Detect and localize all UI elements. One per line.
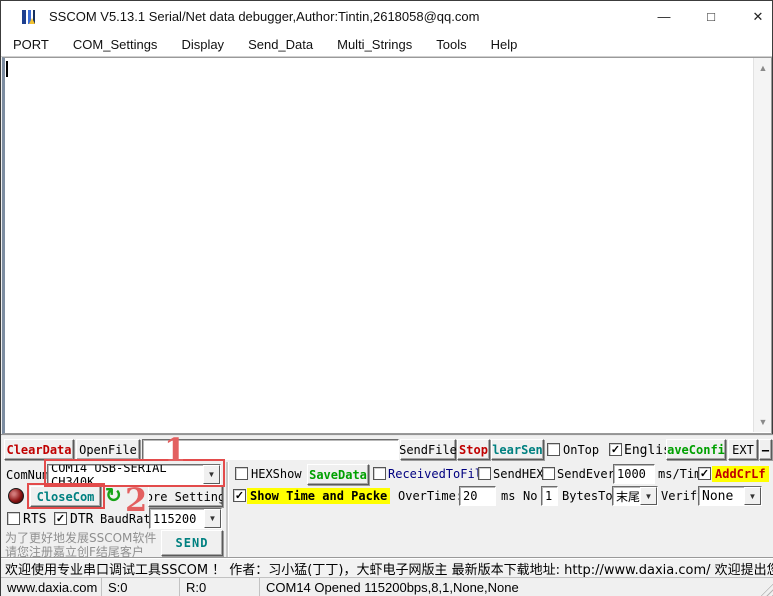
ontop-checkbox[interactable] [547,443,560,456]
send-every-checkbox[interactable] [542,467,555,480]
panel-collapse-button[interactable]: — [759,439,772,460]
chevron-down-icon[interactable]: ▼ [640,487,657,505]
status-website[interactable]: www.daxia.com [1,578,102,596]
overtime-label: OverTime: [398,489,463,503]
refresh-ports-icon[interactable]: ↻ [105,486,122,506]
packet-no-label: No [523,489,537,503]
add-crlf-label: AddCrLf [712,466,769,482]
rts-label: RTS [23,512,46,527]
save-data-button[interactable]: SaveData [307,464,369,485]
menu-bar: PORT COM_Settings Display Send_Data Mult… [1,33,772,57]
minimize-button[interactable]: — [641,1,687,33]
hexshow-checkbox[interactable] [235,467,248,480]
ext-button[interactable]: EXT [728,439,758,460]
save-config-button[interactable]: SaveConfig [666,439,726,460]
english-checkbox[interactable] [609,443,622,456]
baudrate-value: 115200 [150,509,204,528]
status-received-count: R:0 [180,578,260,596]
status-port-state: COM14 Opened 115200bps,8,1,None,None [260,578,773,596]
rts-checkbox[interactable] [7,512,20,525]
chevron-down-icon[interactable]: ▼ [204,509,221,528]
menu-multi-strings[interactable]: Multi_Strings [325,33,424,57]
scroll-down-icon[interactable]: ▼ [754,414,772,430]
show-time-label: Show Time and Packe [247,488,390,504]
chevron-down-icon[interactable]: ▼ [203,465,220,484]
stop-button[interactable]: Stop [457,439,490,460]
com-status-led-icon [8,488,24,504]
clear-send-button[interactable]: ClearSend [491,439,544,460]
close-button[interactable]: ✕ [735,1,773,33]
app-icon [21,8,39,26]
received-to-file-checkbox[interactable] [373,467,386,480]
chevron-down-icon[interactable]: ▼ [744,487,761,505]
status-message: 欢迎使用专业串口调试工具SSCOM ！ 作者：习小猛(丁丁)，大虾电子网版主 最… [5,559,773,578]
ontop-label: OnTop [563,443,599,457]
add-crlf-checkbox[interactable] [698,467,711,480]
hexshow-label: HEXShow [251,467,302,481]
overtime-unit-label: ms [501,489,515,503]
menu-tools[interactable]: Tools [424,33,478,57]
verify-value: None [699,487,744,505]
sendhex-label: SendHEX [493,467,544,481]
more-settings-button[interactable]: More Settings [148,486,223,507]
packet-no-input[interactable]: 1 [541,486,558,506]
com-port-select[interactable]: COM14 USB-SERIAL CH340K ▼ [47,464,221,485]
send-file-button[interactable]: SendFile [400,439,456,460]
dtr-label: DTR [70,512,93,527]
open-file-button[interactable]: OpenFile [76,439,140,460]
menu-com-settings[interactable]: COM_Settings [61,33,170,57]
menu-display[interactable]: Display [169,33,236,57]
interval-unit-label: ms/Tim [658,467,701,481]
maximize-button[interactable]: □ [688,1,734,33]
received-to-file-label: ReceivedToFile [388,467,489,481]
title-bar: SSCOM V5.13.1 Serial/Net data debugger,A… [1,1,772,33]
panel-divider [226,462,228,558]
bottom-status-bar: www.daxia.com S:0 R:0 COM14 Opened 11520… [1,577,773,596]
menu-help[interactable]: Help [479,33,530,57]
overtime-input[interactable]: 20 [459,486,496,506]
verify-select[interactable]: None ▼ [698,486,762,506]
send-interval-input[interactable]: 1000 [613,464,655,484]
baudrate-select[interactable]: 115200 ▼ [149,508,222,529]
receive-area[interactable] [2,57,772,434]
bytes-to-label: BytesTo [562,489,613,503]
send-button[interactable]: SEND [161,530,223,556]
receive-scrollbar[interactable]: ▲ ▼ [753,58,771,432]
bytes-to-value: 末尾 [613,487,640,505]
com-port-value: COM14 USB-SERIAL CH340K [48,465,203,484]
sendhex-checkbox[interactable] [478,467,491,480]
menu-send-data[interactable]: Send_Data [236,33,325,57]
status-message-bar: 欢迎使用专业串口调试工具SSCOM ！ 作者：习小猛(丁丁)，大虾电子网版主 最… [1,558,773,577]
menu-port[interactable]: PORT [1,33,61,57]
scroll-up-icon[interactable]: ▲ [754,60,772,76]
status-sent-count: S:0 [102,578,180,596]
control-panel: ClearData OpenFile SendFile Stop ClearSe… [1,434,773,558]
comnum-label: ComNum [6,468,49,482]
dtr-checkbox[interactable] [54,512,67,525]
app-window: SSCOM V5.13.1 Serial/Net data debugger,A… [0,0,773,596]
baudrate-label: BaudRat [100,512,151,526]
bytes-to-select[interactable]: 末尾 ▼ [612,486,658,506]
file-path-input[interactable] [142,439,399,460]
show-time-checkbox[interactable] [233,489,246,502]
clear-data-button[interactable]: ClearData [4,439,74,460]
close-com-button[interactable]: CloseCom [30,486,101,507]
window-title: SSCOM V5.13.1 Serial/Net data debugger,A… [49,9,479,24]
text-caret [6,61,8,77]
